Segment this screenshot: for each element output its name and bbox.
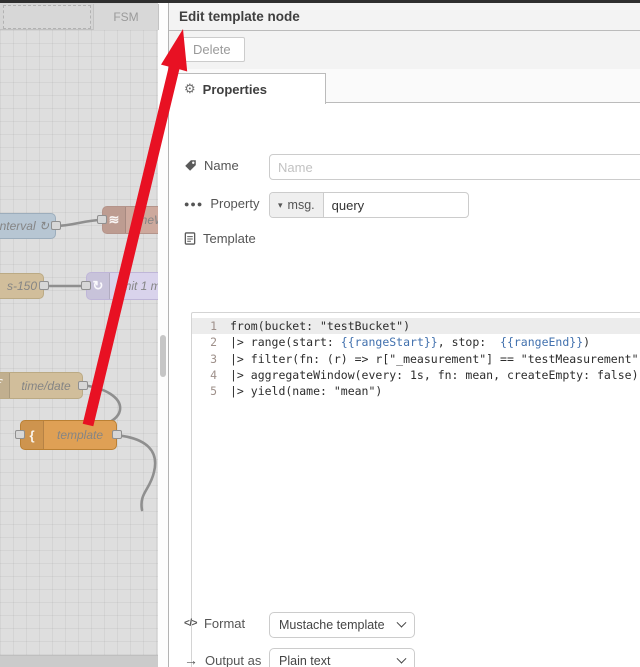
- node-red-window: FSM interval ↻ ≋sineW s-150 ↻limit 1 ms ftim…: [0, 0, 640, 667]
- arrow-right-icon: →: [184, 652, 198, 667]
- delete-button[interactable]: Delete: [179, 37, 245, 62]
- property-value[interactable]: query: [324, 193, 373, 217]
- code-text: |> aggregateWindow(every: 1s, fn: mean, …: [230, 367, 639, 382]
- property-typed-input[interactable]: ▾ msg. query: [269, 192, 469, 218]
- code-line-3[interactable]: 3 |> filter(fn: (r) => r["_measurement"] …: [192, 351, 640, 367]
- node-label: s-150: [6, 279, 37, 293]
- line-number: 5: [210, 384, 217, 399]
- chevron-down-icon: ▾: [278, 199, 283, 210]
- flow-node-interval[interactable]: interval ↻: [0, 213, 61, 239]
- dialog-tabrow: ⚙ Properties: [169, 69, 640, 104]
- flow-tab-label: FSM: [113, 10, 139, 24]
- dialog-toolbar: Delete: [169, 31, 640, 69]
- flow-tabbar: FSM: [0, 3, 159, 30]
- node-port-right[interactable]: [78, 380, 88, 390]
- flow-node-limit[interactable]: ↻limit 1 ms: [81, 272, 158, 300]
- wire-interval-sinewave: [52, 218, 104, 228]
- node-port-left[interactable]: [15, 430, 25, 439]
- tag-icon: [184, 159, 197, 172]
- edit-dialog: Edit template node Delete ⚙ Properties N…: [168, 3, 640, 667]
- template-label: Template: [184, 231, 256, 246]
- output-select[interactable]: Plain text: [269, 648, 415, 667]
- flow-node-sinewave[interactable]: ≋sineW: [97, 206, 158, 234]
- code-line-4[interactable]: 4 |> aggregateWindow(every: 1s, fn: mean,…: [192, 367, 640, 383]
- canvas-scrollbar[interactable]: [158, 3, 168, 667]
- line-number: 1: [210, 319, 217, 333]
- flow-tab-fsm[interactable]: FSM: [93, 4, 159, 30]
- node-port-right[interactable]: [39, 281, 49, 290]
- node-label: template: [56, 428, 104, 442]
- node-label: sineW: [132, 213, 158, 227]
- typed-input-type-button[interactable]: ▾ msg.: [270, 193, 324, 217]
- format-value: Mustache template: [279, 618, 385, 632]
- flow-node-template[interactable]: {template: [15, 420, 122, 450]
- node-label: interval ↻: [0, 219, 49, 233]
- chevron-down-icon: [396, 617, 407, 628]
- code-text: from(bucket: "testBucket"): [230, 319, 411, 333]
- line-number: 2: [210, 335, 217, 350]
- code-line-5[interactable]: 5 |> yield(name: "mean"): [192, 383, 640, 399]
- code-line-2[interactable]: 2 |> range(start: {{rangeStart}}, stop: {…: [192, 334, 640, 350]
- chevron-down-icon: [396, 653, 407, 664]
- canvas-scrollbar-thumb[interactable]: [160, 335, 166, 377]
- output-value: Plain text: [279, 654, 331, 667]
- function-icon: f: [0, 373, 10, 398]
- line-number: 3: [210, 351, 217, 366]
- app-header-edge: [0, 0, 640, 3]
- node-port-left[interactable]: [97, 215, 107, 224]
- node-port-right[interactable]: [112, 430, 122, 439]
- file-code-icon: [184, 232, 196, 245]
- code-line-1[interactable]: 1 from(bucket: "testBucket"): [192, 318, 640, 335]
- code-text: |> filter(fn: (r) => r["_measurement"] =…: [230, 351, 640, 366]
- code-text: |> yield(name: "mean"): [230, 384, 383, 399]
- node-label: limit 1 ms: [116, 279, 158, 293]
- name-input[interactable]: [269, 154, 640, 180]
- node-port-right[interactable]: [51, 221, 61, 230]
- dialog-form: Name ●●● Property ▾ msg. query: [169, 103, 640, 667]
- tab-properties[interactable]: ⚙ Properties: [169, 73, 326, 104]
- output-label: → Output as: [184, 652, 262, 667]
- format-label: </> Format: [184, 616, 246, 631]
- dialog-title: Edit template node: [169, 3, 640, 31]
- template-code-editor[interactable]: 1 from(bucket: "testBucket") 2 |> range(sta…: [191, 312, 640, 667]
- wire-template-out: [113, 433, 157, 512]
- flow-node-s-150[interactable]: s-150: [0, 273, 49, 299]
- flow-canvas[interactable]: interval ↻ ≋sineW s-150 ↻limit 1 ms f time/da…: [0, 30, 158, 655]
- flow-tab-blank[interactable]: [3, 5, 91, 29]
- property-label: ●●● Property: [184, 196, 260, 211]
- canvas-bottom-strip: [0, 655, 158, 667]
- ellipsis-icon: ●●●: [184, 198, 204, 209]
- code-brackets-icon: </>: [184, 618, 197, 629]
- node-label: time/date: [21, 378, 71, 393]
- name-label: Name: [184, 158, 239, 173]
- code-text: |> range(start: {{rangeStart}}, stop: {{…: [230, 335, 591, 350]
- gear-icon: ⚙: [184, 81, 196, 96]
- flow-node-time-date[interactable]: f time/date: [0, 372, 88, 399]
- line-number: 4: [210, 367, 217, 382]
- format-select[interactable]: Mustache template: [269, 612, 415, 638]
- node-port-left[interactable]: [81, 281, 91, 290]
- flow-wires: [18, 218, 157, 512]
